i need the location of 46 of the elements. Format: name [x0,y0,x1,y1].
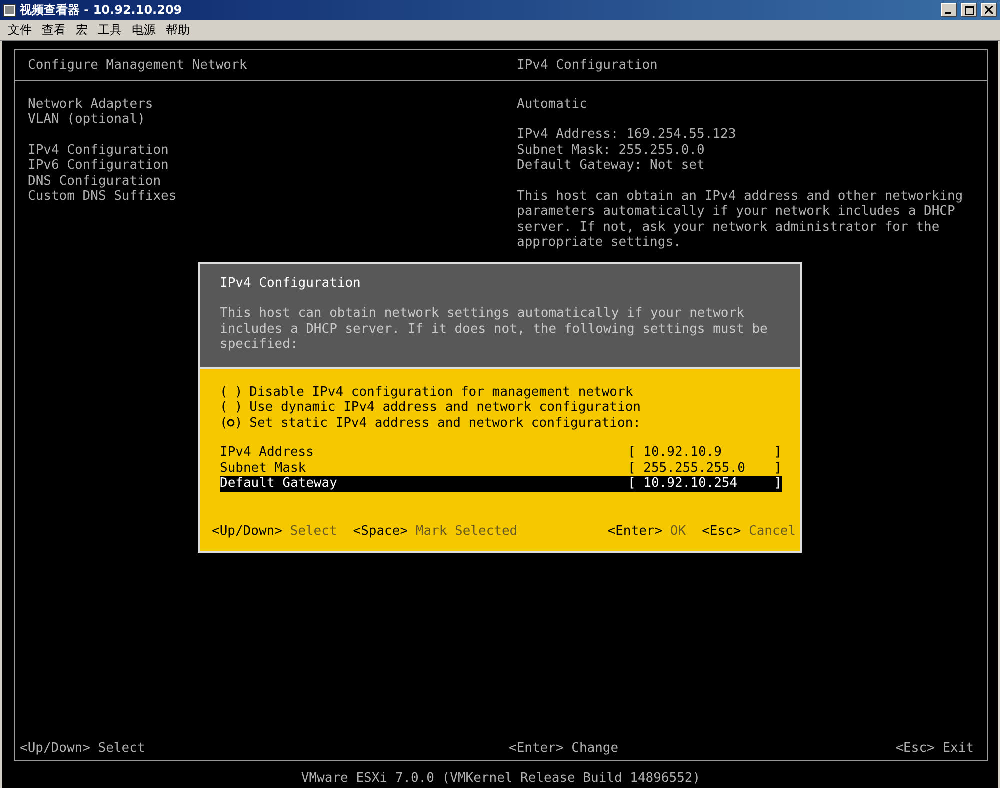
menu-item[interactable]: 电源 [128,22,160,38]
menu-item[interactable]: 文件 [4,22,36,38]
version-text: VMware ESXi 7.0.0 (VMKernel Release Build 14896552) [300,770,702,788]
window-title: 视频查看器 - 10.92.10.209 [20,2,184,18]
mode-text: Automatic [517,96,588,112]
info-line: IPv4 Address: 169.254.55.123 [517,127,738,142]
key-hint: <Up/Down> Select [212,524,338,538]
menu-entry[interactable]: Custom DNS Suffixes [28,189,517,204]
key-hint: <Enter> OK [608,524,686,538]
info-line: Default Gateway: Not set [517,158,706,174]
key-hint: <Esc> Exit [896,741,974,756]
field-row[interactable]: IPv4 Address [ 10.92.10.9 ] [220,445,782,460]
panel-title: Configure Management Network [28,58,248,74]
menu-entry[interactable]: Network Adapters [28,96,517,112]
close-button[interactable] [981,3,997,17]
field-row[interactable]: Default Gateway [ 10.92.10.254 ] [220,476,782,492]
key-hint: <Enter> Change [509,741,620,756]
menu-entry[interactable]: VLAN (optional) [28,112,517,128]
key-hint: <Space> Mark Selected [353,524,518,538]
option-label: Set static IPv4 address and network configuration: [250,416,641,431]
menu-entry[interactable]: DNS Configuration [28,174,517,189]
radio-button[interactable]: ( ) [220,384,243,400]
info-line: Subnet Mask: 255.255.0.0 [517,142,706,158]
menu-item[interactable]: 查看 [38,22,70,38]
panel-title: IPv4 Configuration [517,58,659,74]
dialog-message: This host can obtain network settings automatically if your network includes a DHCP server. If it does not, the following settings must be specified: [220,306,769,352]
radio-dot-icon [227,419,236,428]
window-icon [3,4,16,16]
field-row[interactable]: Subnet Mask [ 255.255.255.0 ] [220,460,782,476]
key-hint: <Up/Down> Select [20,741,146,756]
minimize-button[interactable] [941,3,957,17]
maximize-button[interactable] [961,3,977,17]
option-label: Disable IPv4 configuration for management network [250,384,634,400]
maximize-icon [964,6,974,14]
dialog-title: IPv4 Configuration [220,276,362,292]
radio-button[interactable]: ( ) [220,400,243,416]
description-text: This host can obtain an IPv4 address and other networking parameters automatically if your network includes a DHCP server. If not, ask your network administrator for the appropriate settings. [517,188,964,250]
close-icon [985,6,993,14]
menu-item[interactable]: 工具 [94,22,126,38]
menu-item[interactable]: 帮助 [162,22,194,38]
key-hint: <Esc> Cancel [702,524,796,538]
option-label: Use dynamic IPv4 address and network configuration [250,400,641,416]
menu-item[interactable]: 宏 [72,22,92,38]
menu-entry[interactable]: IPv6 Configuration [28,158,517,174]
menu-entry[interactable]: IPv4 Configuration [28,142,517,158]
radio-button[interactable]: ( ) [220,416,243,431]
